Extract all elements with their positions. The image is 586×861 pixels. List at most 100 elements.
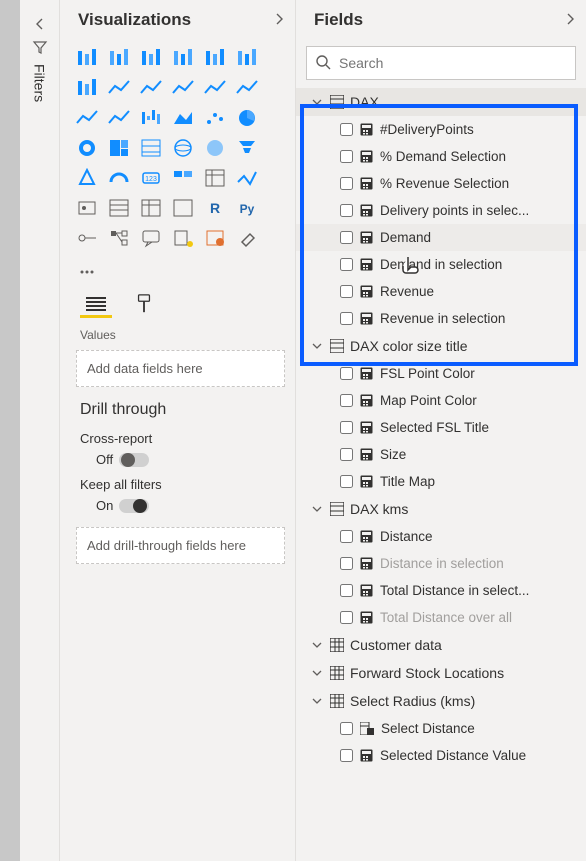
- fields-search[interactable]: [306, 46, 576, 80]
- viz-type-icon[interactable]: [170, 226, 196, 250]
- viz-type-icon[interactable]: [234, 136, 260, 160]
- field-checkbox[interactable]: [340, 611, 353, 624]
- viz-type-icon[interactable]: [170, 136, 196, 160]
- viz-type-icon[interactable]: [138, 136, 164, 160]
- field-checkbox[interactable]: [340, 231, 353, 244]
- viz-type-icon[interactable]: [74, 256, 100, 280]
- viz-type-icon[interactable]: R: [202, 196, 228, 220]
- chevron-right-icon[interactable]: [310, 665, 324, 681]
- viz-type-icon[interactable]: 123: [138, 166, 164, 190]
- viz-type-icon[interactable]: [202, 166, 228, 190]
- viz-type-icon[interactable]: [170, 166, 196, 190]
- viz-type-icon[interactable]: [74, 166, 100, 190]
- viz-type-icon[interactable]: [170, 106, 196, 130]
- viz-type-icon[interactable]: [106, 136, 132, 160]
- viz-type-icon[interactable]: [74, 76, 100, 100]
- field-checkbox[interactable]: [340, 285, 353, 298]
- field-row[interactable]: Title Map: [296, 468, 586, 495]
- viz-type-icon[interactable]: [234, 46, 260, 70]
- field-checkbox[interactable]: [340, 448, 353, 461]
- chevron-left-icon[interactable]: [34, 18, 46, 33]
- field-row[interactable]: Distance in selection: [296, 550, 586, 577]
- field-checkbox[interactable]: [340, 530, 353, 543]
- chevron-down-icon[interactable]: [310, 338, 324, 354]
- table-row[interactable]: DAX kms: [296, 495, 586, 523]
- chevron-right-icon[interactable]: [273, 10, 285, 30]
- viz-type-icon[interactable]: [170, 76, 196, 100]
- viz-type-icon[interactable]: [106, 46, 132, 70]
- viz-type-icon[interactable]: [202, 136, 228, 160]
- field-checkbox[interactable]: [340, 177, 353, 190]
- table-row[interactable]: Customer data: [296, 631, 586, 659]
- field-row[interactable]: #DeliveryPoints: [296, 116, 586, 143]
- viz-type-icon[interactable]: [234, 166, 260, 190]
- viz-type-icon[interactable]: [234, 76, 260, 100]
- field-checkbox[interactable]: [340, 123, 353, 136]
- values-drop-well[interactable]: Add data fields here: [76, 350, 285, 387]
- viz-type-icon[interactable]: [202, 106, 228, 130]
- field-checkbox[interactable]: [340, 749, 353, 762]
- viz-type-icon[interactable]: [138, 106, 164, 130]
- viz-type-icon[interactable]: [234, 226, 260, 250]
- viz-type-icon[interactable]: [106, 166, 132, 190]
- field-checkbox[interactable]: [340, 557, 353, 570]
- viz-type-icon[interactable]: [170, 196, 196, 220]
- field-checkbox[interactable]: [340, 394, 353, 407]
- format-tab[interactable]: [128, 290, 160, 318]
- field-row[interactable]: Size: [296, 441, 586, 468]
- viz-type-icon[interactable]: [74, 106, 100, 130]
- viz-type-icon[interactable]: [202, 76, 228, 100]
- cross-report-toggle[interactable]: [119, 453, 149, 467]
- chevron-down-icon[interactable]: [310, 693, 324, 709]
- field-row[interactable]: Demand in selection: [296, 251, 586, 278]
- field-row[interactable]: Revenue: [296, 278, 586, 305]
- viz-type-icon[interactable]: [234, 106, 260, 130]
- field-row[interactable]: Total Distance over all: [296, 604, 586, 631]
- table-row[interactable]: Select Radius (kms): [296, 687, 586, 715]
- field-row[interactable]: Delivery points in selec...: [296, 197, 586, 224]
- field-checkbox[interactable]: [340, 312, 353, 325]
- viz-type-icon[interactable]: [138, 46, 164, 70]
- viz-type-icon[interactable]: [74, 196, 100, 220]
- chevron-down-icon[interactable]: [310, 501, 324, 517]
- field-row[interactable]: Demand: [296, 224, 586, 251]
- viz-type-icon[interactable]: [138, 76, 164, 100]
- viz-type-icon[interactable]: [74, 46, 100, 70]
- field-checkbox[interactable]: [340, 475, 353, 488]
- field-row[interactable]: % Revenue Selection: [296, 170, 586, 197]
- chevron-down-icon[interactable]: [310, 94, 324, 110]
- field-checkbox[interactable]: [340, 204, 353, 217]
- field-row[interactable]: Select Distance: [296, 715, 586, 742]
- fields-tab[interactable]: [80, 290, 112, 318]
- field-row[interactable]: Selected Distance Value: [296, 742, 586, 769]
- table-row[interactable]: DAX: [296, 88, 586, 116]
- filters-collapsed-pane[interactable]: Filters: [20, 0, 60, 861]
- viz-type-icon[interactable]: [106, 106, 132, 130]
- field-row[interactable]: Total Distance in select...: [296, 577, 586, 604]
- field-checkbox[interactable]: [340, 584, 353, 597]
- viz-type-icon[interactable]: [202, 226, 228, 250]
- search-input[interactable]: [339, 55, 567, 71]
- viz-type-icon[interactable]: [138, 226, 164, 250]
- viz-type-icon[interactable]: Py: [234, 196, 260, 220]
- table-row[interactable]: DAX color size title: [296, 332, 586, 360]
- field-row[interactable]: % Demand Selection: [296, 143, 586, 170]
- field-checkbox[interactable]: [340, 421, 353, 434]
- field-row[interactable]: Revenue in selection: [296, 305, 586, 332]
- field-checkbox[interactable]: [340, 722, 353, 735]
- viz-type-icon[interactable]: [106, 76, 132, 100]
- field-checkbox[interactable]: [340, 258, 353, 271]
- keep-filters-toggle[interactable]: [119, 499, 149, 513]
- field-checkbox[interactable]: [340, 150, 353, 163]
- field-row[interactable]: Selected FSL Title: [296, 414, 586, 441]
- field-row[interactable]: FSL Point Color: [296, 360, 586, 387]
- field-row[interactable]: Map Point Color: [296, 387, 586, 414]
- field-row[interactable]: Distance: [296, 523, 586, 550]
- drill-through-drop-well[interactable]: Add drill-through fields here: [76, 527, 285, 564]
- viz-type-icon[interactable]: [138, 196, 164, 220]
- viz-type-icon[interactable]: [74, 136, 100, 160]
- chevron-right-icon[interactable]: [310, 637, 324, 653]
- table-row[interactable]: Forward Stock Locations: [296, 659, 586, 687]
- field-checkbox[interactable]: [340, 367, 353, 380]
- viz-type-icon[interactable]: [202, 46, 228, 70]
